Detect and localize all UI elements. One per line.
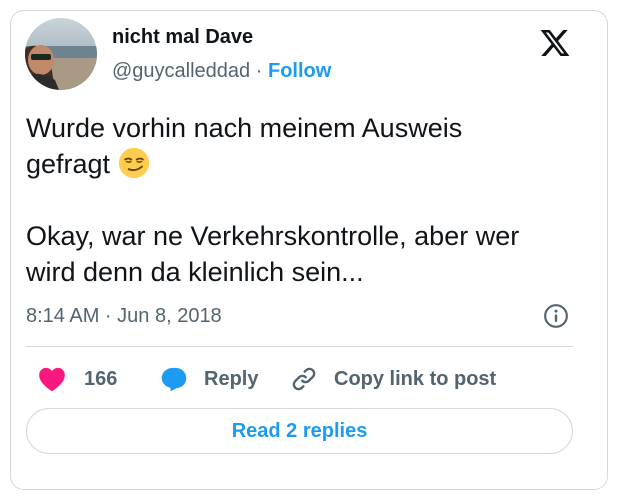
reply-label: Reply — [204, 367, 259, 390]
post-text: Wurde vorhin nach meinem Ausweis gefragt… — [26, 110, 586, 290]
link-icon — [292, 367, 316, 391]
reply-bubble-icon — [161, 367, 187, 392]
like-count: 166 — [84, 367, 118, 390]
post-timestamp[interactable]: 8:14 AM · Jun 8, 2018 — [26, 305, 222, 328]
copy-link-label: Copy link to post — [334, 367, 497, 390]
post-line-2-text: gefragt — [26, 149, 111, 179]
post-line-3: Okay, war ne Verkehrskontrolle, aber wer — [26, 221, 520, 251]
post-line-4: wird denn da kleinlich sein... — [26, 257, 364, 287]
copy-link-button[interactable]: Copy link to post — [290, 362, 496, 396]
info-icon[interactable] — [543, 303, 569, 329]
separator-dot: · — [255, 60, 263, 82]
divider — [26, 346, 573, 347]
author-handle[interactable]: @guycalleddad — [112, 60, 250, 82]
like-button[interactable]: 166 — [38, 362, 117, 396]
author-display-name[interactable]: nicht mal Dave — [112, 26, 253, 49]
author-handle-row: @guycalleddad · Follow — [112, 60, 331, 83]
heart-icon — [39, 367, 65, 392]
read-replies-label: Read 2 replies — [231, 419, 368, 442]
smirking-face-icon — [118, 147, 149, 179]
follow-link[interactable]: Follow — [268, 60, 331, 82]
post-line-1: Wurde vorhin nach meinem Ausweis — [26, 113, 463, 143]
action-bar: 166 Reply Copy link to post — [26, 362, 586, 396]
read-replies-button[interactable]: Read 2 replies — [26, 408, 573, 454]
reply-button[interactable]: Reply — [160, 362, 258, 396]
x-logo-icon[interactable] — [538, 27, 572, 59]
avatar-photo — [25, 18, 97, 90]
post-line-2: gefragt — [26, 146, 586, 182]
avatar[interactable] — [25, 18, 97, 90]
